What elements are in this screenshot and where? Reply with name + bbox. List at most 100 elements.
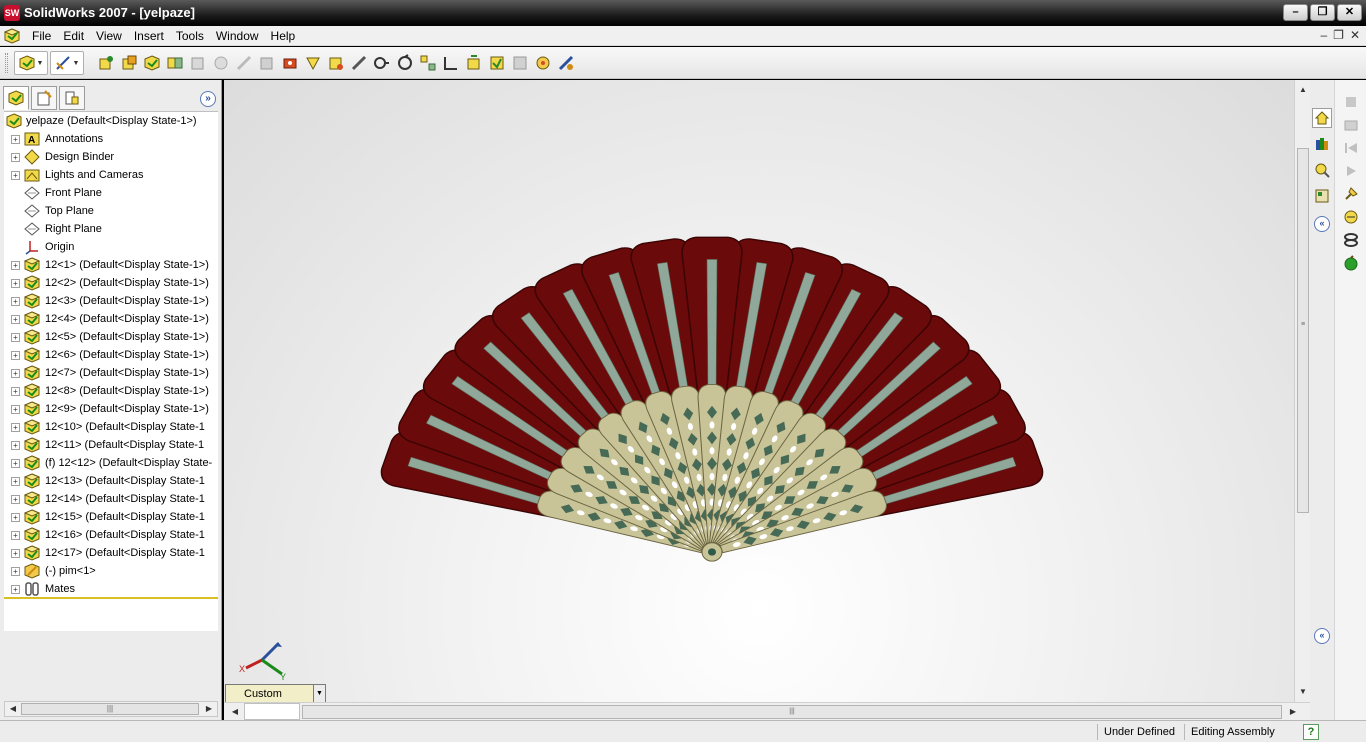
gravity-button[interactable] — [1341, 253, 1361, 273]
scroll-left-arrow[interactable]: ◀ — [6, 702, 20, 716]
assembly-features-button[interactable] — [280, 53, 300, 73]
scroll-down-arrow[interactable]: ▼ — [1296, 685, 1310, 699]
tree-item[interactable]: +12<16> (Default<Display State-1 — [4, 526, 218, 544]
edit-component-button[interactable]: ▼ — [14, 51, 48, 75]
graphics-area[interactable]: X Y Custom ▼ — [224, 80, 1294, 702]
exploded-view-button[interactable] — [418, 53, 438, 73]
graphics-vertical-scrollbar[interactable]: ▲ ≡ ▼ — [1294, 80, 1310, 702]
smart-dimension-button[interactable]: ▼ — [50, 51, 84, 75]
minimize-button[interactable]: – — [1283, 4, 1308, 21]
tree-item[interactable]: +12<13> (Default<Display State-1 — [4, 472, 218, 490]
animation-wizard-button[interactable] — [1341, 207, 1361, 227]
horizontal-scroll-thumb[interactable]: ||| — [302, 705, 1282, 719]
menu-help[interactable]: Help — [265, 29, 302, 43]
record-button[interactable] — [1341, 115, 1361, 135]
tree-item[interactable]: +12<2> (Default<Display State-1>) — [4, 274, 218, 292]
expand-toggle-icon[interactable]: + — [11, 296, 20, 306]
show-hidden-button[interactable] — [257, 53, 277, 73]
expand-toggle-icon[interactable]: + — [11, 422, 20, 432]
menu-tools[interactable]: Tools — [170, 29, 210, 43]
measure-button[interactable] — [349, 53, 369, 73]
design-library-tab[interactable] — [1312, 134, 1332, 154]
doc-close-button[interactable]: ✕ — [1350, 28, 1360, 42]
tree-item[interactable]: +12<7> (Default<Display State-1>) — [4, 364, 218, 382]
tree-item[interactable]: +12<10> (Default<Display State-1 — [4, 418, 218, 436]
expand-toggle-icon[interactable]: + — [11, 566, 20, 576]
tree-item[interactable]: + (f) 12<12> (Default<Display State- — [4, 454, 218, 472]
component-properties-button[interactable] — [487, 53, 507, 73]
tree-item[interactable]: Right Plane — [4, 220, 218, 238]
tab-property-manager[interactable] — [31, 86, 57, 110]
rewind-button[interactable] — [1341, 138, 1361, 158]
reference-geometry-button[interactable] — [303, 53, 323, 73]
menu-view[interactable]: View — [90, 29, 128, 43]
expand-toggle-icon[interactable]: + — [11, 134, 20, 144]
scroll-right-arrow[interactable]: ▶ — [202, 702, 216, 716]
tree-item[interactable]: +12<17> (Default<Display State-1 — [4, 544, 218, 562]
doc-restore-button[interactable]: ❐ — [1333, 28, 1344, 42]
solidworks-menu-logo-icon[interactable] — [4, 28, 20, 44]
view-orientation-select[interactable]: Custom ▼ — [225, 684, 326, 702]
expand-toggle-icon[interactable]: + — [11, 476, 20, 486]
tab-configuration-manager[interactable] — [59, 86, 85, 110]
expand-toggle-icon[interactable]: + — [11, 368, 20, 378]
tree-item[interactable]: Top Plane — [4, 202, 218, 220]
expand-toggle-icon[interactable]: + — [11, 440, 20, 450]
rollback-bar[interactable] — [4, 597, 218, 599]
expand-toggle-icon[interactable]: + — [11, 152, 20, 162]
tree-item[interactable]: + A Annotations — [4, 130, 218, 148]
doc-minimize-button[interactable]: – — [1320, 28, 1327, 42]
rotate-component-button[interactable] — [211, 53, 231, 73]
expand-toggle-icon[interactable]: + — [11, 170, 20, 180]
menu-file[interactable]: File — [26, 29, 57, 43]
close-button[interactable]: ✕ — [1337, 4, 1362, 21]
menu-insert[interactable]: Insert — [128, 29, 170, 43]
vertical-scroll-thumb[interactable]: ≡ — [1297, 148, 1309, 513]
solidworks-logo-icon[interactable]: SW — [4, 5, 20, 21]
sheet-tab[interactable] — [244, 703, 300, 720]
tree-root[interactable]: yelpaze (Default<Display State-1>) — [6, 113, 197, 129]
file-explorer-tab[interactable] — [1312, 160, 1332, 180]
menu-edit[interactable]: Edit — [57, 29, 90, 43]
expand-toggle-icon[interactable]: + — [11, 584, 20, 594]
rebuild-button[interactable] — [395, 53, 415, 73]
insert-component-button[interactable] — [96, 53, 116, 73]
tree-item[interactable]: Front Plane — [4, 184, 218, 202]
tree-item[interactable]: +12<11> (Default<Display State-1 — [4, 436, 218, 454]
tree-item[interactable]: + Mates — [4, 580, 218, 598]
play-button[interactable] — [1341, 161, 1361, 181]
solidworks-resources-tab[interactable] — [1312, 108, 1332, 128]
stop-button[interactable] — [1341, 92, 1361, 112]
pin-button[interactable] — [1341, 184, 1361, 204]
tree-item[interactable]: + Lights and Cameras — [4, 166, 218, 184]
menu-window[interactable]: Window — [210, 29, 265, 43]
spring-button[interactable] — [1341, 230, 1361, 250]
expand-toggle-icon[interactable]: + — [11, 314, 20, 324]
tree-item[interactable]: + (-) pim<1> — [4, 562, 218, 580]
expand-toggle-icon[interactable]: + — [11, 350, 20, 360]
scroll-up-arrow[interactable]: ▲ — [1296, 83, 1310, 97]
move-component-button[interactable] — [188, 53, 208, 73]
scroll-right-arrow[interactable]: ▶ — [1286, 705, 1300, 719]
smart-fasteners-button[interactable] — [234, 53, 254, 73]
tab-feature-manager[interactable] — [3, 86, 29, 110]
expand-toggle-icon[interactable]: + — [11, 458, 20, 468]
tree-item[interactable]: + Design Binder — [4, 148, 218, 166]
scroll-thumb[interactable]: ||| — [21, 703, 199, 715]
fan-model[interactable] — [224, 80, 1294, 702]
instant3d-button[interactable] — [556, 53, 576, 73]
new-motion-study-button[interactable] — [326, 53, 346, 73]
tree-item[interactable]: +12<15> (Default<Display State-1 — [4, 508, 218, 526]
large-assembly-mode-button[interactable] — [510, 53, 530, 73]
new-part-button[interactable] — [119, 53, 139, 73]
expand-toggle-icon[interactable]: + — [11, 386, 20, 396]
scroll-left-arrow[interactable]: ◀ — [228, 705, 242, 719]
restore-button[interactable]: ❐ — [1310, 4, 1335, 21]
tree-horizontal-scrollbar[interactable]: ◀ ||| ▶ — [4, 701, 218, 717]
explode-line-button[interactable] — [441, 53, 461, 73]
expand-toggle-icon[interactable]: + — [11, 404, 20, 414]
toolbar-grip[interactable] — [5, 53, 8, 73]
interference-detection-button[interactable] — [372, 53, 392, 73]
mate-button[interactable] — [165, 53, 185, 73]
expand-task-pane-button[interactable]: « — [1314, 628, 1330, 644]
